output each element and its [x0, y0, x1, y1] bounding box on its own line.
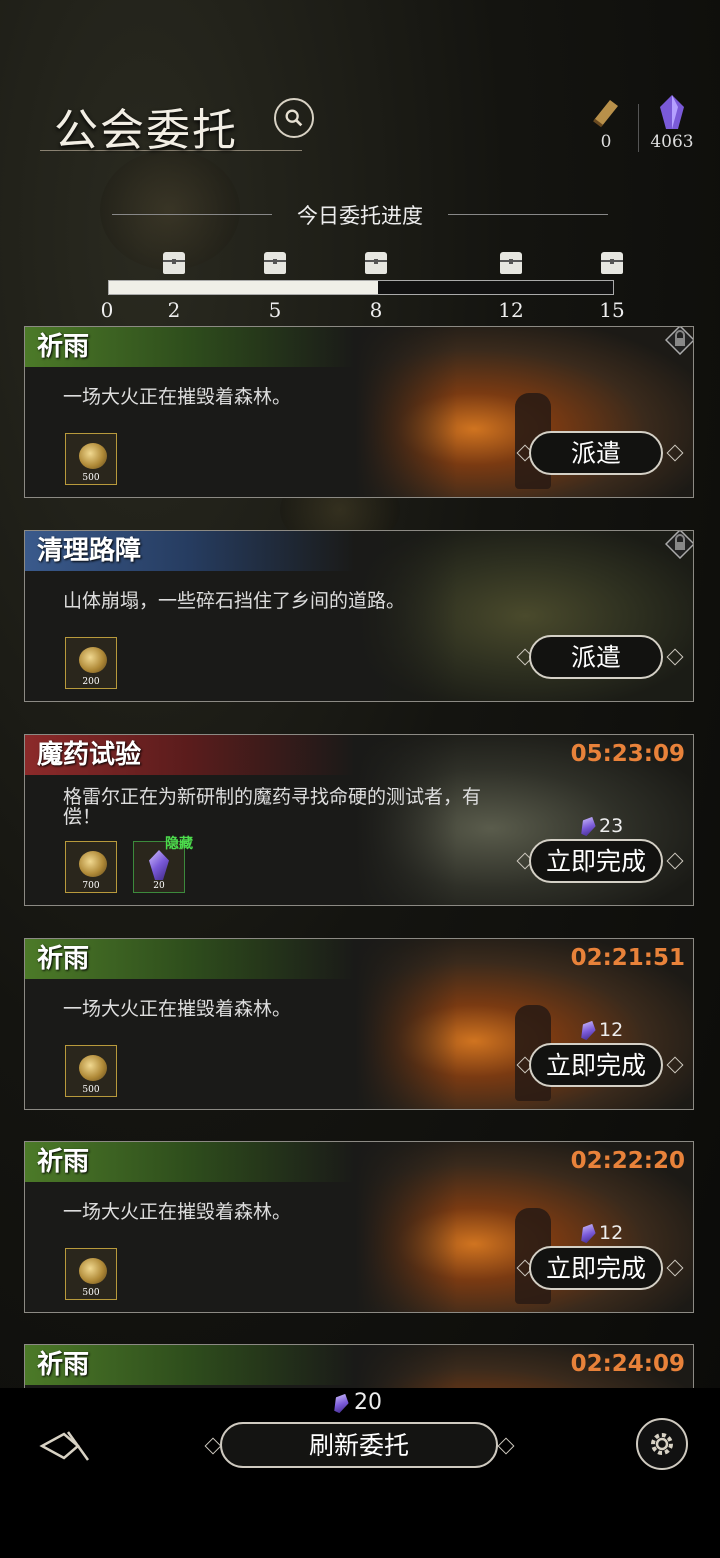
progress-title: 今日委托进度 — [297, 204, 423, 228]
chest-icon[interactable] — [601, 252, 623, 274]
cost-value: 12 — [599, 1222, 624, 1244]
commission-card[interactable]: 祈雨 02:22:20 一场大火正在摧毁着森林。 500 12 立即完成 — [24, 1141, 694, 1313]
crystal-icon — [577, 1221, 598, 1245]
complete-now-button[interactable]: 立即完成 — [529, 839, 663, 883]
crystal-icon — [577, 814, 598, 838]
ore-icon — [79, 647, 107, 673]
commission-card[interactable]: 祈雨 一场大火正在摧毁着森林。 500 派遣 — [24, 326, 694, 498]
card-description: 一场大火正在摧毁着森林。 — [63, 998, 292, 1020]
progress-bar — [108, 280, 614, 295]
complete-cost: 12 — [581, 1222, 623, 1244]
resource-divider — [638, 104, 639, 152]
commission-card[interactable]: 祈雨 02:21:51 一场大火正在摧毁着森林。 500 12 立即完成 — [24, 938, 694, 1110]
reward-amount: 500 — [82, 473, 100, 483]
crystal-icon — [577, 1018, 598, 1042]
hidden-tag: 隐藏 — [165, 836, 193, 852]
ore-icon — [79, 443, 107, 469]
scroll-resource[interactable]: 0 — [576, 92, 636, 152]
refresh-button[interactable]: 刷新委托 — [220, 1422, 498, 1468]
crystal-icon — [330, 1390, 351, 1414]
scroll-icon — [593, 100, 618, 128]
settings-button[interactable] — [636, 1418, 688, 1470]
gear-icon — [651, 1433, 673, 1455]
reward-amount: 20 — [153, 881, 165, 891]
complete-now-button[interactable]: 立即完成 — [529, 1246, 663, 1290]
countdown-timer: 02:21:51 — [570, 945, 685, 971]
complete-cost: 12 — [581, 1019, 623, 1041]
reward-ore[interactable]: 700 — [65, 841, 117, 893]
complete-cost: 23 — [581, 815, 623, 837]
card-description: 山体崩塌，一些碎石挡住了乡间的道路。 — [63, 590, 406, 612]
progress-tick: 2 — [167, 298, 181, 322]
card-title: 祈雨 — [25, 327, 355, 367]
dispatch-button[interactable]: 派遣 — [529, 431, 663, 475]
card-description: 一场大火正在摧毁着森林。 — [63, 386, 292, 408]
page-title: 公会委托 — [54, 105, 238, 156]
chest-icon[interactable] — [264, 252, 286, 274]
reward-ore[interactable]: 500 — [65, 1045, 117, 1097]
chest-icon[interactable] — [365, 252, 387, 274]
search-button[interactable] — [274, 98, 314, 138]
refresh-cost: 20 — [334, 1390, 382, 1415]
chest-icon[interactable] — [163, 252, 185, 274]
commission-card[interactable]: 魔药试验 05:23:09 格雷尔正在为新研制的魔药寻找命硬的测试者，有偿！ 7… — [24, 734, 694, 906]
complete-now-button[interactable]: 立即完成 — [529, 1043, 663, 1087]
reward-amount: 500 — [82, 1085, 100, 1095]
ore-icon — [79, 1055, 107, 1081]
crystal-icon — [149, 850, 169, 880]
countdown-timer: 05:23:09 — [570, 741, 685, 767]
reward-ore[interactable]: 500 — [65, 1248, 117, 1300]
card-description: 一场大火正在摧毁着森林。 — [63, 1201, 292, 1223]
cost-value: 12 — [599, 1019, 624, 1041]
cost-value: 23 — [599, 815, 624, 837]
crystal-count: 4063 — [650, 132, 694, 152]
progress-bar-fill — [109, 281, 378, 294]
ore-icon — [79, 851, 107, 877]
scroll-count: 0 — [600, 132, 612, 152]
commission-card[interactable]: 清理路障 山体崩塌，一些碎石挡住了乡间的道路。 200 派遣 — [24, 530, 694, 702]
countdown-timer: 02:22:20 — [570, 1148, 685, 1174]
back-icon[interactable] — [38, 1426, 94, 1466]
card-title: 祈雨 — [25, 939, 355, 979]
lock-icon — [665, 531, 693, 559]
progress-tick: 0 — [100, 298, 114, 322]
progress-tick: 15 — [599, 298, 625, 322]
lock-icon — [665, 327, 693, 355]
card-title: 魔药试验 — [25, 735, 355, 775]
search-icon — [285, 109, 303, 127]
reward-amount: 700 — [82, 881, 100, 891]
chest-icon[interactable] — [500, 252, 522, 274]
ore-icon — [79, 1258, 107, 1284]
card-title: 祈雨 — [25, 1142, 355, 1182]
reward-ore[interactable]: 200 — [65, 637, 117, 689]
progress-tick: 12 — [498, 298, 524, 322]
title-underline: 公会委托 — [40, 88, 302, 156]
refresh-cost-value: 20 — [354, 1390, 382, 1415]
card-title: 祈雨 — [25, 1345, 355, 1385]
countdown-timer: 02:24:09 — [570, 1351, 685, 1377]
reward-ore[interactable]: 500 — [65, 433, 117, 485]
crystal-resource[interactable]: 4063 — [642, 92, 702, 152]
crystal-icon — [660, 95, 684, 129]
reward-amount: 500 — [82, 1288, 100, 1298]
progress-tick: 8 — [369, 298, 383, 322]
card-title: 清理路障 — [25, 531, 355, 571]
card-description: 格雷尔正在为新研制的魔药寻找命硬的测试者，有偿！ — [63, 786, 482, 828]
progress-tick: 5 — [268, 298, 282, 322]
dispatch-button[interactable]: 派遣 — [529, 635, 663, 679]
reward-amount: 200 — [82, 677, 100, 687]
